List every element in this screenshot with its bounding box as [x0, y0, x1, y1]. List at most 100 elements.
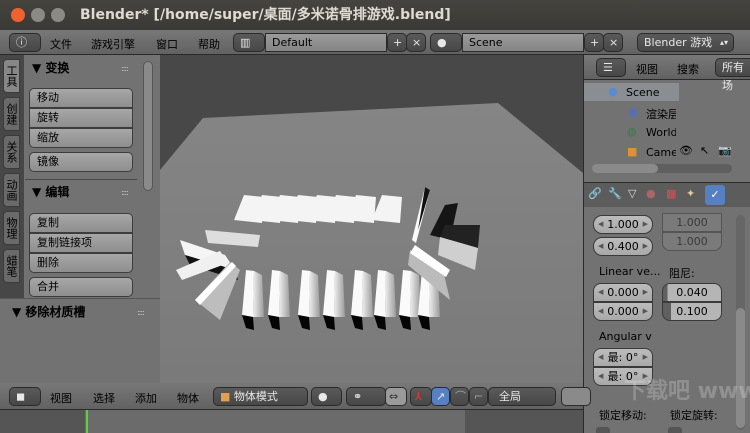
window-title: Blender* [/home/super/桌面/多米诺骨排游戏.blend] [80, 7, 451, 23]
scale-button[interactable]: 缩放 [29, 128, 133, 148]
disabled-value-field: 1.000 [662, 213, 722, 232]
menu-add[interactable]: 添加 [135, 390, 157, 406]
tab-create[interactable]: 创建 [3, 97, 20, 131]
tab-tools[interactable]: 工具 [3, 59, 20, 93]
lock-rotation-label: 锁定旋转: [670, 409, 718, 422]
value-field[interactable]: ◀ 1.000 ▶ [593, 215, 653, 234]
tab-relations[interactable]: 关系 [3, 135, 20, 169]
rotate-button[interactable]: 旋转 [29, 108, 133, 128]
mode-select[interactable]: ■ 物体模式 [213, 387, 308, 406]
grip-icon[interactable]: :::: [121, 64, 129, 73]
outliner-display-button[interactable]: ☰ [596, 58, 626, 77]
layout-icon[interactable]: ▥ [233, 33, 265, 52]
material-tab-icon[interactable]: ● [646, 187, 656, 200]
menu-window[interactable]: 窗口 [156, 36, 178, 52]
duplicate-button[interactable]: 复制 [29, 213, 133, 233]
outliner-item-camera[interactable]: Camera [646, 146, 676, 159]
tab-physics[interactable]: 物理 [3, 211, 20, 245]
join-button[interactable]: 合并 [29, 277, 133, 297]
menu-object[interactable]: 物体 [177, 390, 199, 406]
physics-tab-icon[interactable]: ✓ [705, 185, 725, 205]
particles-tab-icon[interactable]: ✦ [686, 187, 695, 200]
tab-grease-pencil[interactable]: 蜡笔 [3, 249, 20, 283]
minimize-button[interactable] [31, 8, 45, 22]
mirror-button[interactable]: 镜像 [29, 152, 133, 172]
camera-icon: ■ [627, 145, 638, 158]
timeline[interactable] [0, 410, 583, 433]
lock-x-checkbox[interactable] [596, 427, 610, 433]
render-layers-icon: ▣ [628, 105, 639, 118]
scene-add-button[interactable]: + [584, 33, 604, 52]
constraints-tab-icon[interactable]: 🔗 [588, 187, 602, 200]
transform-manipulator-icon[interactable]: ⅄ [410, 387, 432, 406]
transform-panel-header[interactable]: ▼ 变换 [32, 59, 69, 76]
menu-file[interactable]: 文件 [50, 36, 72, 52]
info-header: ⓘ 文件 游戏引擎 窗口 帮助 ▥ Default + × ● Scene + … [0, 30, 750, 55]
maximize-button[interactable] [51, 8, 65, 22]
render-icon[interactable]: 📷 [718, 144, 732, 157]
edit-panel-header[interactable]: ▼ 编辑 [32, 183, 69, 200]
layers-grid[interactable] [561, 387, 591, 406]
remove-material-slot-header[interactable]: ▼ 移除材质槽 [12, 303, 85, 320]
editor-type-button[interactable]: ⓘ [9, 33, 41, 52]
menu-help[interactable]: 帮助 [198, 36, 220, 52]
tool-shelf: 工具 创建 关系 动画 物理 蜡笔 ▼ 变换 :::: 移动 旋转 缩放 镜像 … [0, 55, 160, 383]
texture-tab-icon[interactable]: ▩ [666, 187, 676, 200]
manipulator-toggle[interactable]: ⇔ [385, 387, 407, 406]
modifiers-tab-icon[interactable]: 🔧 [608, 187, 622, 200]
menu-game-engine[interactable]: 游戏引擎 [91, 36, 135, 52]
menu-select[interactable]: 选择 [93, 390, 115, 406]
current-frame-indicator[interactable] [86, 410, 88, 433]
window-titlebar: Blender* [/home/super/桌面/多米诺骨排游戏.blend] [0, 0, 750, 30]
pivot-select[interactable]: ⚭ [346, 387, 386, 406]
outliner: ☰ 视图 搜索 所有场 Scene 渲染层 World Camera ● ▣ ◍… [583, 55, 750, 182]
move-button[interactable]: 移动 [29, 88, 133, 108]
tool-shelf-scrollbar[interactable] [143, 61, 153, 191]
layout-add-button[interactable]: + [387, 33, 407, 52]
shading-select[interactable]: ● [311, 387, 342, 406]
damping-rotation-slider[interactable]: 0.100 [662, 302, 722, 321]
linear-velocity-min[interactable]: ◀ 0.000 ▶ [593, 283, 653, 302]
grip-icon[interactable]: :::: [137, 308, 145, 317]
outliner-item-render-layers[interactable]: 渲染层 [646, 106, 676, 122]
value-field[interactable]: ◀ 0.400 ▶ [593, 237, 653, 256]
eye-icon[interactable]: 👁 [679, 144, 693, 157]
scene-icon: ● [608, 85, 618, 98]
angular-velocity-min[interactable]: ◀ 最: 0° ▶ [593, 348, 653, 367]
outliner-menu-search[interactable]: 搜索 [677, 61, 699, 77]
translate-manipulator-icon[interactable]: ↗ [431, 387, 450, 406]
outliner-item-world[interactable]: World [646, 126, 676, 139]
outliner-item-scene[interactable]: Scene [626, 86, 660, 99]
cursor-icon[interactable]: ↖ [700, 144, 709, 157]
damping-translation-slider[interactable]: 0.040 [662, 283, 722, 302]
outliner-h-scrollbar[interactable] [592, 164, 732, 173]
data-tab-icon[interactable]: ▽ [628, 187, 636, 200]
outliner-filter-select[interactable]: 所有场 [715, 58, 750, 92]
3d-viewport[interactable] [160, 55, 583, 383]
angular-velocity-label: Angular v [599, 330, 652, 343]
linear-velocity-max[interactable]: ◀ 0.000 ▶ [593, 302, 653, 321]
layout-field[interactable]: Default [265, 33, 387, 52]
orientation-select[interactable]: 全局 [488, 387, 556, 406]
grip-icon[interactable]: :::: [121, 188, 129, 197]
outliner-menu-view[interactable]: 视图 [636, 61, 658, 77]
delete-button[interactable]: 删除 [29, 253, 133, 273]
editor-type-button[interactable]: ◼ [9, 387, 41, 406]
render-engine-select[interactable]: Blender 游戏 ▴▾ [637, 33, 734, 52]
close-button[interactable] [11, 8, 25, 22]
layout-delete-button[interactable]: × [406, 33, 426, 52]
damping-label: 阻尼: [669, 267, 695, 280]
scene-icon-button[interactable]: ● [430, 33, 462, 52]
scene-field[interactable]: Scene [462, 33, 584, 52]
duplicate-linked-button[interactable]: 复制链接项 [29, 233, 133, 253]
properties-tabs: 🔗 🔧 ▽ ● ▩ ✦ ✓ [584, 183, 750, 207]
rotate-manipulator-icon[interactable]: ⌒ [450, 387, 469, 406]
mode-value: 物体模式 [233, 390, 278, 403]
scene-delete-button[interactable]: × [603, 33, 623, 52]
properties-editor: 🔗 🔧 ▽ ● ▩ ✦ ✓ ◀ 1.000 ▶ ◀ 0.400 ▶ 1.000 1.00… [583, 182, 750, 433]
scale-manipulator-icon[interactable]: ⌐ [469, 387, 488, 406]
lock-rot-x-checkbox[interactable] [668, 427, 682, 433]
watermark: 下载吧 www.xiazaiba.com [624, 379, 750, 404]
menu-view[interactable]: 视图 [50, 390, 72, 406]
tab-animation[interactable]: 动画 [3, 173, 20, 207]
